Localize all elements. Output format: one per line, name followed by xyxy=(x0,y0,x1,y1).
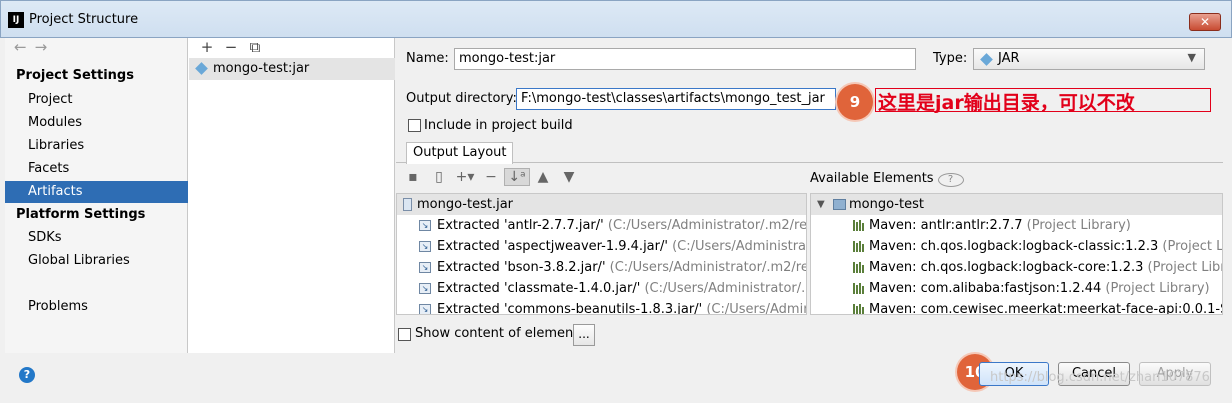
copy-icon[interactable]: ⧉ xyxy=(243,38,267,56)
available-elements-header: Available Elements? xyxy=(810,171,964,193)
name-field[interactable]: mongo-test:jar xyxy=(454,48,916,70)
title-bar: IJ Project Structure ✕ xyxy=(0,0,1232,38)
tab-output-layout[interactable]: Output Layout xyxy=(406,142,514,164)
output-layout-tree[interactable]: mongo-test.jar ↘ Extracted 'antlr-2.7.7.j… xyxy=(396,193,807,315)
artifact-icon xyxy=(195,62,208,75)
forward-arrow-icon[interactable]: → xyxy=(35,38,56,56)
close-icon[interactable]: ✕ xyxy=(1189,13,1221,31)
nav-item-facets[interactable]: Facets xyxy=(5,158,188,180)
artifacts-list-pane: + − ⧉ mongo-test:jar xyxy=(188,38,395,353)
move-down-icon[interactable]: ▼ xyxy=(556,169,582,185)
table-row[interactable]: ↘ Extracted 'aspectjweaver-1.9.4.jar/' (C… xyxy=(397,236,806,257)
table-row[interactable]: ↘ Extracted 'bson-3.8.2.jar/' (C:/Users/A… xyxy=(397,257,806,278)
list-item[interactable]: Maven: ch.qos.logback:logback-core:1.2.3… xyxy=(811,257,1222,278)
artifact-item-mongo-test-jar[interactable]: mongo-test:jar xyxy=(189,58,395,80)
extracted-archive-icon: ↘ xyxy=(419,262,431,273)
include-in-build-checkbox[interactable] xyxy=(408,119,421,132)
extracted-archive-icon: ↘ xyxy=(419,241,431,252)
jar-type-icon xyxy=(980,53,993,66)
artifact-details: Name: mongo-test:jar Type: JAR ▼ Output … xyxy=(396,38,1227,353)
extracted-archive-icon: ↘ xyxy=(419,304,431,314)
jar-file-icon xyxy=(403,198,412,211)
move-up-icon[interactable]: ▲ xyxy=(530,169,556,185)
new-folder-icon[interactable]: ▪ xyxy=(400,169,426,185)
list-item[interactable]: Maven: com.cewisec.meerkat:meerkat-face-… xyxy=(811,299,1222,314)
settings-nav: ←→ Project Settings Project Modules Libr… xyxy=(5,38,188,353)
library-icon xyxy=(853,220,866,231)
step-9-badge: 9 xyxy=(837,84,873,120)
help-icon[interactable]: ? xyxy=(19,367,35,383)
type-select[interactable]: JAR ▼ xyxy=(973,48,1205,70)
show-content-label: Show content of elements xyxy=(415,326,586,341)
extracted-archive-icon: ↘ xyxy=(419,283,431,294)
module-folder-icon xyxy=(833,199,846,210)
library-icon xyxy=(853,241,866,252)
chevron-down-icon[interactable]: ▼ xyxy=(817,194,825,215)
annotation-text: 这里是jar输出目录，可以不改 xyxy=(878,92,1135,114)
output-directory-label: Output directory: xyxy=(406,91,517,106)
archive-icon[interactable]: ▯ xyxy=(426,169,452,185)
list-item[interactable]: Maven: antlr:antlr:2.7.7 (Project Librar… xyxy=(811,215,1222,236)
library-icon xyxy=(853,304,866,314)
chevron-down-icon: ▼ xyxy=(1187,51,1196,64)
output-directory-field[interactable]: F:\mongo-test\classes\artifacts\mongo_te… xyxy=(516,88,836,110)
window-title: Project Structure xyxy=(29,12,139,27)
available-root-row[interactable]: ▼ mongo-test xyxy=(811,194,1222,215)
watermark: https://blog.csdn.net/zhan107876 xyxy=(990,370,1210,385)
show-content-checkbox[interactable] xyxy=(398,328,411,341)
library-icon xyxy=(853,262,866,273)
back-arrow-icon[interactable]: ← xyxy=(14,38,35,56)
project-settings-header: Project Settings xyxy=(16,68,134,83)
artifact-item-label: mongo-test:jar xyxy=(213,61,310,76)
artifacts-toolbar: + − ⧉ xyxy=(195,38,267,58)
nav-item-global-libraries[interactable]: Global Libraries xyxy=(5,250,188,272)
nav-arrows: ←→ xyxy=(14,38,55,56)
output-root-row[interactable]: mongo-test.jar xyxy=(397,194,806,215)
available-elements-tree[interactable]: ▼ mongo-test Maven: antlr:antlr:2.7.7 (P… xyxy=(810,193,1223,315)
nav-item-artifacts[interactable]: Artifacts xyxy=(5,181,188,203)
sort-icon[interactable]: ↓ᵃ xyxy=(504,168,530,186)
type-select-value: JAR xyxy=(998,51,1020,66)
table-row[interactable]: ↘ Extracted 'antlr-2.7.7.jar/' (C:/Users/… xyxy=(397,215,806,236)
nav-item-sdks[interactable]: SDKs xyxy=(5,227,188,249)
table-row[interactable]: ↘ Extracted 'classmate-1.4.0.jar/' (C:/Us… xyxy=(397,278,806,299)
remove-icon[interactable]: − xyxy=(219,38,243,56)
add-icon[interactable]: +▾ xyxy=(452,169,478,185)
name-label: Name: xyxy=(406,51,449,66)
platform-settings-header: Platform Settings xyxy=(16,207,146,222)
remove-icon[interactable]: − xyxy=(478,169,504,185)
nav-item-problems[interactable]: Problems xyxy=(5,296,188,318)
extracted-archive-icon: ↘ xyxy=(419,220,431,231)
include-in-build-label: Include in project build xyxy=(424,118,573,133)
list-item[interactable]: Maven: ch.qos.logback:logback-classic:1.… xyxy=(811,236,1222,257)
nav-item-project[interactable]: Project xyxy=(5,89,188,111)
table-row[interactable]: ↘ Extracted 'commons-beanutils-1.8.3.jar/… xyxy=(397,299,806,314)
more-options-button[interactable]: ... xyxy=(573,324,595,346)
library-icon xyxy=(853,283,866,294)
list-item[interactable]: Maven: com.alibaba:fastjson:1.2.44 (Proj… xyxy=(811,278,1222,299)
layout-tabs: Output Layout xyxy=(396,141,1223,164)
type-label: Type: xyxy=(933,51,968,66)
help-icon[interactable]: ? xyxy=(937,173,964,187)
intellij-app-icon: IJ xyxy=(8,12,24,28)
layout-toolbar: ▪ ▯ +▾ − ↓ᵃ ▲ ▼ xyxy=(400,168,582,190)
nav-item-libraries[interactable]: Libraries xyxy=(5,135,188,157)
add-icon[interactable]: + xyxy=(195,38,219,56)
nav-item-modules[interactable]: Modules xyxy=(5,112,188,134)
